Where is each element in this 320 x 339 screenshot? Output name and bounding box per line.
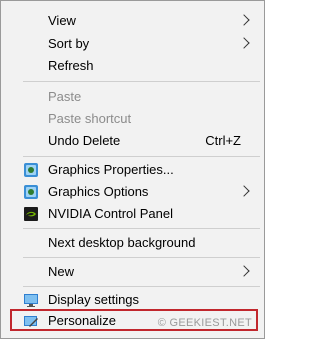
separator xyxy=(23,81,260,82)
menu-item-label: Graphics Options xyxy=(48,184,149,199)
menu-item-display-settings[interactable]: Display settings xyxy=(2,289,263,311)
menu-item-paste: Paste xyxy=(2,86,263,108)
intel-graphics-icon xyxy=(24,185,38,199)
menu-item-label: View xyxy=(48,13,76,28)
menu-item-undo-delete[interactable]: Undo Delete Ctrl+Z xyxy=(2,130,263,152)
menu-item-paste-shortcut: Paste shortcut xyxy=(2,108,263,130)
menu-item-label: Paste xyxy=(48,89,82,104)
separator xyxy=(23,156,260,157)
nvidia-icon xyxy=(24,207,38,221)
intel-graphics-icon xyxy=(24,163,38,177)
menu-item-label: Undo Delete xyxy=(48,133,121,148)
chevron-right-icon xyxy=(238,185,250,197)
menu-item-label: Next desktop background xyxy=(48,235,196,250)
menu-item-label: NVIDIA Control Panel xyxy=(48,206,174,221)
menu-item-label: Refresh xyxy=(48,58,94,73)
chevron-right-icon xyxy=(238,14,250,26)
menu-item-new[interactable]: New xyxy=(2,261,263,283)
menu-item-refresh[interactable]: Refresh xyxy=(2,55,263,77)
display-icon xyxy=(24,294,38,307)
watermark: © GEEKIEST.NET xyxy=(157,317,252,329)
menu-item-next-desktop-background[interactable]: Next desktop background xyxy=(2,232,263,254)
menu-item-label: Sort by xyxy=(48,36,90,51)
menu-item-sort-by[interactable]: Sort by xyxy=(2,33,263,55)
menu-item-label: Paste shortcut xyxy=(48,111,132,126)
separator xyxy=(23,286,260,287)
menu-item-label: Graphics Properties... xyxy=(48,162,174,177)
menu-item-graphics-options[interactable]: Graphics Options xyxy=(2,181,263,203)
separator xyxy=(23,257,260,258)
shortcut-label: Ctrl+Z xyxy=(205,133,241,148)
menu-item-nvidia-control-panel[interactable]: NVIDIA Control Panel xyxy=(2,203,263,225)
desktop-context-menu: View Sort by Refresh Paste Paste shortcu… xyxy=(0,0,265,339)
chevron-right-icon xyxy=(238,37,250,49)
menu-item-view[interactable]: View xyxy=(2,10,263,32)
menu-item-graphics-properties[interactable]: Graphics Properties... xyxy=(2,159,263,181)
menu-item-label: Display settings xyxy=(48,292,140,307)
chevron-right-icon xyxy=(238,265,250,277)
menu-item-label: New xyxy=(48,264,75,279)
separator xyxy=(23,228,260,229)
